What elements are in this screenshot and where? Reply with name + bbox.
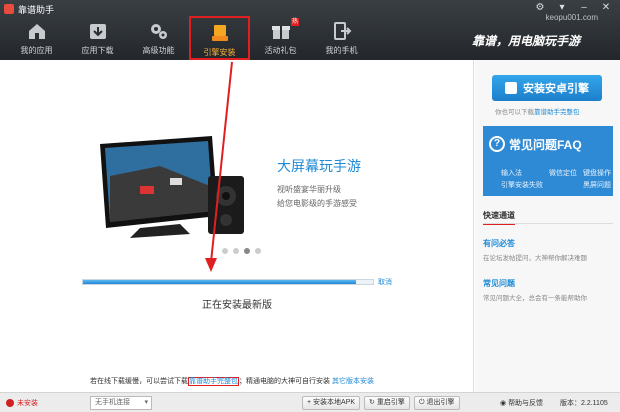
carousel-dot[interactable] [233,248,239,254]
restart-engine-label: 重启引擎 [376,398,405,406]
tip-text-2: ；精通电脑的大神可自行安装 [239,378,330,385]
connection-select[interactable]: 无手机连接 ▾ [90,395,152,410]
faq-tags: 输入法 微信定位 键盘操作 引擎安装失败 黑屏问题 [501,168,611,190]
app-title: 靠谱助手 [4,2,54,16]
hot-badge: 热 [290,18,299,26]
close-icon[interactable]: ✕ [596,1,616,15]
full-package-link[interactable]: 靠谱助手完整包 [188,377,239,386]
qa-desc: 在论坛发帖提问，大神帮你解决难题 [483,255,587,262]
banner-subtitle-2: 给您电影级的手游感受 [277,199,357,208]
main-nav: 我的应用 应用下载 高级功能 引擎安装 热 活动礼包 我的手机 [6,16,372,60]
gears-icon [150,24,167,39]
faq-tag[interactable]: 输入法 [501,168,543,178]
nav-app-download[interactable]: 应用下载 [67,16,128,60]
nav-label: 高级功能 [142,46,175,55]
hint-full-package-link[interactable]: 靠谱助手完整包 [534,109,580,116]
status-dot-icon [6,398,14,407]
qa-desc: 常见问题大全，总会有一条能帮助你 [483,295,587,302]
nav-label: 应用下载 [81,46,114,55]
app-title-text: 靠谱助手 [18,4,55,15]
exit-engine-button[interactable]: ⏻ 退出引擎 [414,395,460,410]
nav-my-apps[interactable]: 我的应用 [6,16,67,60]
slogan: 靠谱，用电脑玩手游 [471,34,580,48]
plus-icon: + [307,398,312,406]
install-button-label: 安装安卓引擎 [523,83,589,95]
faq-title: 常见问题FAQ [509,138,582,152]
carousel-dot-active[interactable] [244,248,250,254]
faq-tag[interactable]: 引擎安装失败 [501,180,543,190]
chevron-down-icon: ▾ [144,398,148,406]
nav-label: 活动礼包 [264,46,297,55]
qa-link-ask[interactable]: 有问必答 [483,238,515,249]
version-label: 版本： [560,399,581,407]
tv-speaker-illustration [100,136,244,238]
faq-tag[interactable]: 键盘操作 [583,168,611,178]
faq-banner[interactable]: ? 常见问题FAQ 输入法 微信定位 键盘操作 引擎安装失败 黑屏问题 [483,126,613,196]
site-url: keopu001.com [545,13,598,22]
top-bar: 靠谱助手 ⚙ ▾ – ✕ 我的应用 应用下载 高级功能 引擎安装 热 活动礼包 [0,0,620,60]
help-feedback-link[interactable]: ◉ 帮助与反馈 [500,398,543,408]
banner-title: 大屏幕玩手游 [277,158,361,174]
nav-engine-install[interactable]: 引擎安装 [189,16,250,60]
main-panel: 大屏幕玩手游 视听盛宴华丽升级 给您电影级的手游感受 取消 正在安装最新版 若在… [0,60,474,392]
engine-status: 未安装 [6,398,38,408]
connection-value: 无手机连接 [95,398,130,406]
phone-exit-icon [333,22,351,40]
install-progress-bar [82,279,374,285]
right-panel: 安装安卓引擎 你也可以下载靠谱助手完整包 ? 常见问题FAQ 输入法 微信定位 … [475,60,620,392]
faq-tag[interactable]: 黑屏问题 [583,180,611,190]
install-status: 正在安装最新版 [202,300,272,311]
help-icon: ◉ [500,399,507,407]
question-icon: ? [489,136,505,152]
qa-link-faq[interactable]: 常见问题 [483,278,515,289]
carousel-dots [222,248,261,254]
status-bar: 未安装 无手机连接 ▾ + 安装本地APK ↻ 重启引擎 ⏻ 退出引擎 ◉ 帮助… [0,392,620,412]
version-info: 版本：2.2.1105 [560,398,608,408]
restart-engine-button[interactable]: ↻ 重启引擎 [364,395,410,410]
download-icon [89,24,106,39]
faq-tag[interactable] [549,180,577,190]
install-apk-button[interactable]: + 安装本地APK [302,395,361,410]
version-number: 2.2.1105 [581,399,608,407]
install-hint: 你也可以下载靠谱助手完整包 [495,106,580,116]
carousel-dot[interactable] [222,248,228,254]
carousel-dot[interactable] [255,248,261,254]
cancel-link[interactable]: 取消 [378,277,392,287]
gift-icon [271,26,290,39]
android-icon [505,82,517,94]
other-version-link[interactable]: 其它版本安装 [332,378,374,385]
hint-text: 你也可以下载 [495,109,534,116]
divider [483,223,613,224]
nav-label: 引擎安装 [203,48,236,57]
nav-gift[interactable]: 热 活动礼包 [250,16,311,60]
install-apk-label: 安装本地APK [313,398,356,406]
help-label: 帮助与反馈 [508,399,544,407]
exit-engine-label: 退出引擎 [426,398,455,406]
refresh-icon: ↻ [369,398,375,406]
faq-tag[interactable]: 微信定位 [549,168,577,178]
nav-advanced[interactable]: 高级功能 [128,16,189,60]
install-android-engine-button[interactable]: 安装安卓引擎 [492,75,602,101]
download-tip: 若在线下载缓慢，可以尝试下载靠谱助手完整包；精通电脑的大神可自行安装 其它版本安… [90,376,374,386]
app-logo-icon [4,4,14,14]
home-icon [28,24,45,39]
engine-icon [211,25,228,41]
tip-text: 若在线下载缓慢，可以尝试下载 [90,378,188,385]
engine-status-text: 未安装 [17,399,38,407]
nav-my-phone[interactable]: 我的手机 [311,16,372,60]
nav-label: 我的应用 [20,46,53,55]
power-icon: ⏻ [419,398,425,406]
banner-subtitle-1: 视听盛宴华丽升级 [277,185,341,194]
progress-fill [83,280,356,284]
nav-label: 我的手机 [325,46,358,55]
